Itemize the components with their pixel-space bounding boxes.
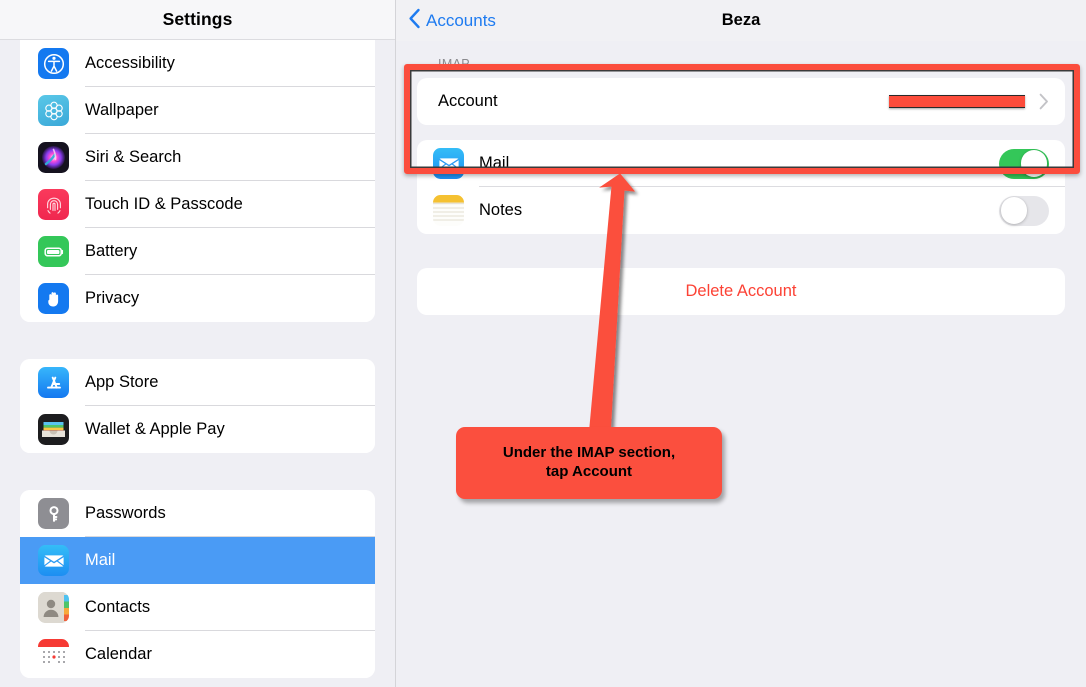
sidebar-item-label: Touch ID & Passcode — [85, 195, 243, 213]
sidebar-item-app-store[interactable]: App Store — [20, 359, 375, 406]
sidebar-item-siri-and-search[interactable]: Siri & Search — [20, 134, 375, 181]
mail-icon — [38, 545, 69, 576]
detail-header: Accounts Beza — [396, 0, 1086, 41]
sidebar-item-mail[interactable]: Mail — [20, 537, 375, 584]
sidebar-item-label: App Store — [85, 373, 159, 391]
settings-sidebar: Settings Accessibility Wallpaper Siri & … — [0, 0, 396, 687]
sidebar-item-contacts[interactable]: Contacts — [20, 584, 375, 631]
sidebar-item-label: Battery — [85, 242, 138, 260]
account-row[interactable]: Account — [417, 78, 1065, 125]
sidebar-item-label: Privacy — [85, 289, 140, 307]
service-row-label: Mail — [479, 154, 510, 172]
contacts-icon — [38, 592, 69, 623]
toggle-knob — [1020, 150, 1048, 177]
siri-icon — [38, 142, 69, 173]
sidebar-group-stores: App Store Wallet & Apple Pay — [20, 359, 375, 453]
accessibility-icon — [38, 48, 69, 79]
chevron-left-icon — [408, 8, 421, 34]
sidebar-item-wallpaper[interactable]: Wallpaper — [20, 87, 375, 134]
services-card: Mail Notes — [417, 140, 1065, 234]
wallpaper-icon — [38, 95, 69, 126]
mail-toggle[interactable] — [999, 148, 1049, 179]
sidebar-item-label: Contacts — [85, 598, 151, 616]
sidebar-item-battery[interactable]: Battery — [20, 228, 375, 275]
imap-section-header: IMAP — [438, 57, 470, 71]
service-row-notes[interactable]: Notes — [417, 187, 1065, 234]
mail-icon — [433, 148, 464, 179]
chevron-right-icon — [1039, 93, 1049, 110]
back-to-accounts-button[interactable]: Accounts — [408, 8, 496, 34]
sidebar-item-wallet-and-apple-pay[interactable]: Wallet & Apple Pay — [20, 406, 375, 453]
sidebar-item-label: Mail — [85, 551, 116, 569]
service-row-label: Notes — [479, 201, 523, 219]
sidebar-item-calendar[interactable]: Calendar — [20, 631, 375, 678]
sidebar-item-label: Passwords — [85, 504, 166, 522]
sidebar-item-label: Wallpaper — [85, 101, 159, 119]
sidebar-item-passwords[interactable]: Passwords — [20, 490, 375, 537]
sidebar-group-apps: Passwords Mail Contacts Calendar — [20, 490, 375, 678]
battery-icon — [38, 236, 69, 267]
account-email-redacted — [889, 95, 1025, 108]
back-button-label: Accounts — [426, 10, 496, 30]
delete-account-button[interactable]: Delete Account — [417, 268, 1065, 315]
sidebar-item-privacy[interactable]: Privacy — [20, 275, 375, 322]
imap-card: Account — [417, 78, 1065, 125]
sidebar-item-accessibility[interactable]: Accessibility — [20, 40, 375, 87]
ipad-settings-screen: Settings Accessibility Wallpaper Siri & … — [0, 0, 1086, 687]
sidebar-group-system: Accessibility Wallpaper Siri & Search To… — [20, 11, 375, 322]
passwords-key-icon — [38, 498, 69, 529]
toggle-knob — [1000, 197, 1028, 224]
account-detail-pane: Accounts Beza IMAP Account Mail Notes De… — [396, 0, 1086, 687]
wallet-icon — [38, 414, 69, 445]
sidebar-item-label: Calendar — [85, 645, 152, 663]
privacy-hand-icon — [38, 283, 69, 314]
calendar-icon — [38, 639, 69, 670]
delete-account-label: Delete Account — [685, 282, 797, 300]
notes-icon — [433, 195, 464, 226]
sidebar-item-label: Siri & Search — [85, 148, 182, 166]
sidebar-item-label: Wallet & Apple Pay — [85, 420, 225, 438]
sidebar-scroll-area[interactable]: Accessibility Wallpaper Siri & Search To… — [0, 11, 395, 687]
service-row-mail[interactable]: Mail — [417, 140, 1065, 187]
touch-id-icon — [38, 189, 69, 220]
sidebar-header: Settings — [0, 0, 395, 40]
sidebar-item-touch-id-and-passcode[interactable]: Touch ID & Passcode — [20, 181, 375, 228]
page-title: Settings — [162, 9, 233, 29]
delete-section: Delete Account — [417, 268, 1065, 315]
services-section: Mail Notes — [417, 140, 1065, 234]
account-row-label: Account — [438, 92, 498, 110]
detail-title: Beza — [721, 11, 761, 29]
app-store-icon — [38, 367, 69, 398]
imap-section: IMAP Account — [417, 41, 1065, 125]
notes-toggle[interactable] — [999, 195, 1049, 226]
sidebar-item-label: Accessibility — [85, 54, 175, 72]
